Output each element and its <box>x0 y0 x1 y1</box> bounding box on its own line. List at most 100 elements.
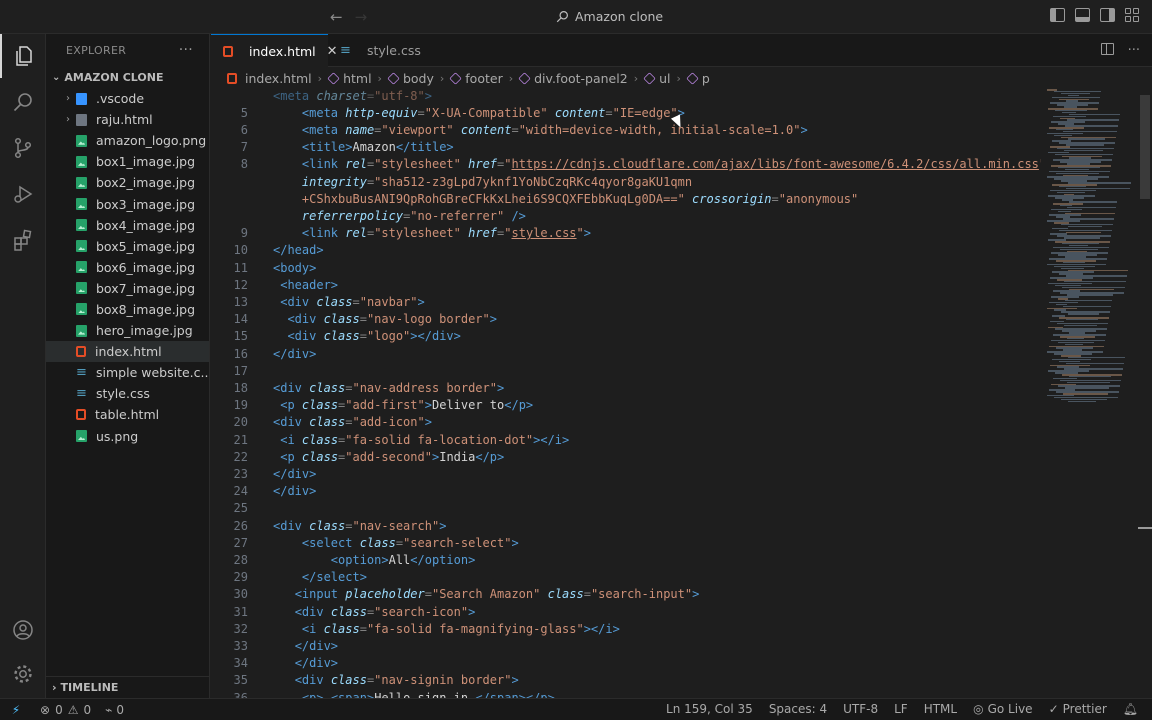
toggle-primary-sidebar-icon[interactable] <box>1050 8 1065 22</box>
code-line[interactable]: 33 </div> <box>211 638 1041 655</box>
code-line[interactable]: referrerpolicy="no-referrer" /> <box>211 208 1041 225</box>
code-line[interactable]: 26 <div class="nav-search"> <box>211 518 1041 535</box>
tree-item[interactable]: index.html <box>46 341 209 363</box>
notifications-bell-icon[interactable]: 🔔︎ <box>1123 702 1138 716</box>
code-line[interactable]: 9 <link rel="stylesheet" href="style.css… <box>211 225 1041 242</box>
code-line[interactable]: 22 <p class="add-second">India</p> <box>211 449 1041 466</box>
tree-item[interactable]: box7_image.jpg <box>46 278 209 299</box>
breadcrumb-item[interactable]: body <box>387 71 434 86</box>
code-line[interactable]: integrity="sha512-z3gLpd7yknf1YoNbCzqRKc… <box>211 174 1041 191</box>
go-live-button[interactable]: ◎ Go Live <box>973 702 1032 716</box>
breadcrumb-item[interactable]: ul <box>643 71 671 86</box>
tree-item[interactable]: box8_image.jpg <box>46 299 209 320</box>
tree-item[interactable]: box4_image.jpg <box>46 215 209 236</box>
code-line[interactable]: 21 <i class="fa-solid fa-location-dot"><… <box>211 432 1041 449</box>
settings-gear-icon[interactable] <box>0 652 46 696</box>
code-line[interactable]: 34 </div> <box>211 655 1041 672</box>
split-editor-icon[interactable] <box>1100 43 1114 55</box>
search-icon[interactable] <box>0 80 46 124</box>
vertical-scrollbar[interactable] <box>1138 89 1152 698</box>
run-debug-icon[interactable] <box>0 172 46 216</box>
toggle-secondary-sidebar-icon[interactable] <box>1100 8 1115 22</box>
breadcrumb-item[interactable]: div.foot-panel2 <box>518 71 628 86</box>
tree-item[interactable]: hero_image.jpg <box>46 320 209 341</box>
code-line[interactable]: 16 </div> <box>211 346 1041 363</box>
tab-style-css[interactable]: ≡ style.css <box>328 34 433 67</box>
tree-item[interactable]: amazon_logo.png <box>46 130 209 151</box>
minimap[interactable] <box>1041 89 1137 698</box>
code-line[interactable]: 30 <input placeholder="Search Amazon" cl… <box>211 586 1041 603</box>
code-line[interactable]: 12 <header> <box>211 277 1041 294</box>
code-line[interactable]: 24 </div> <box>211 483 1041 500</box>
code-line[interactable]: 15 <div class="logo"></div> <box>211 328 1041 345</box>
breadcrumb-item[interactable]: index.html <box>227 71 312 86</box>
code-line[interactable]: 10 </head> <box>211 242 1041 259</box>
toggle-panel-icon[interactable] <box>1075 8 1090 22</box>
tree-item[interactable]: › raju.html <box>46 109 209 130</box>
code-line[interactable]: 35 <div class="nav-signin border"> <box>211 672 1041 689</box>
timeline-section[interactable]: › TIMELINE <box>46 676 210 698</box>
code-line[interactable]: 36 <p> <span>Hello,sign in </span></p> <box>211 690 1041 699</box>
cursor-position[interactable]: Ln 159, Col 35 <box>666 702 753 716</box>
element-symbol-icon <box>518 71 531 85</box>
language-mode[interactable]: HTML <box>924 702 957 716</box>
code-line[interactable]: 6 <meta name="viewport" content="width=d… <box>211 122 1041 139</box>
code-line[interactable]: 8 <link rel="stylesheet" href="https://c… <box>211 156 1041 173</box>
tree-item[interactable]: box3_image.jpg <box>46 193 209 214</box>
remote-indicator-icon[interactable]: ⚡ <box>0 699 32 720</box>
code-line[interactable]: 25 <box>211 500 1041 517</box>
code-line[interactable]: 18 <div class="nav-address border"> <box>211 380 1041 397</box>
tree-item[interactable]: box5_image.jpg <box>46 236 209 257</box>
code-line[interactable]: 20 <div class="add-icon"> <box>211 414 1041 431</box>
tree-item[interactable]: ≡ simple website.c... <box>46 362 209 383</box>
account-icon[interactable] <box>0 608 46 652</box>
breadcrumb-item[interactable]: html <box>327 71 372 86</box>
code-line[interactable]: 5 <meta http-equiv="X-UA-Compatible" con… <box>211 105 1041 122</box>
more-actions-icon[interactable]: ··· <box>179 42 193 58</box>
scrollbar-thumb[interactable] <box>1140 95 1150 199</box>
problems-indicator[interactable]: ⊗ 0 ⚠ 0 <box>40 703 91 717</box>
source-control-icon[interactable] <box>0 126 46 170</box>
ports-indicator[interactable]: ⌁ 0 <box>105 703 124 717</box>
code-line[interactable]: 31 <div class="search-icon"> <box>211 604 1041 621</box>
prettier-button[interactable]: ✓ Prettier <box>1049 702 1107 716</box>
code-line[interactable]: <meta charset="utf-8"> <box>211 89 1041 105</box>
command-center[interactable]: Amazon clone <box>556 9 663 24</box>
code-text: </div> <box>273 655 338 672</box>
tree-item[interactable]: box2_image.jpg <box>46 172 209 193</box>
tab-index-html[interactable]: index.html ✕ <box>211 34 338 67</box>
tree-item[interactable]: ≡ style.css <box>46 383 209 404</box>
code-editor[interactable]: <meta charset="utf-8"> 5 <meta http-equiv… <box>211 89 1041 698</box>
tree-item[interactable]: › .vscode <box>46 88 209 109</box>
breadcrumb-item[interactable]: p <box>686 71 710 86</box>
back-arrow-icon[interactable]: ← <box>330 8 343 26</box>
tree-item[interactable]: box6_image.jpg <box>46 257 209 278</box>
element-symbol-icon <box>387 71 400 85</box>
more-actions-icon[interactable]: ··· <box>1128 43 1140 58</box>
end-of-line[interactable]: LF <box>894 702 908 716</box>
tree-item[interactable]: us.png <box>46 426 209 447</box>
code-line[interactable]: 27 <select class="search-select"> <box>211 535 1041 552</box>
code-line[interactable]: 7 <title>Amazon</title> <box>211 139 1041 156</box>
code-line[interactable]: 17 <box>211 363 1041 380</box>
tree-item[interactable]: table.html <box>46 404 209 425</box>
indentation[interactable]: Spaces: 4 <box>769 702 827 716</box>
code-line[interactable]: +CShxbuBusANI9QpRohGBreCFkKxLhei6S9CQXFE… <box>211 191 1041 208</box>
code-line[interactable]: 13 <div class="navbar"> <box>211 294 1041 311</box>
encoding[interactable]: UTF-8 <box>843 702 878 716</box>
code-line[interactable]: 29 </select> <box>211 569 1041 586</box>
customize-layout-icon[interactable] <box>1125 8 1140 22</box>
tree-item[interactable]: box1_image.jpg <box>46 151 209 172</box>
code-line[interactable]: 28 <option>All</option> <box>211 552 1041 569</box>
code-line[interactable]: 23 </div> <box>211 466 1041 483</box>
code-line[interactable]: 11 <body> <box>211 260 1041 277</box>
explorer-icon[interactable] <box>0 34 46 78</box>
extensions-icon[interactable] <box>0 218 46 262</box>
workspace-folder[interactable]: ⌄ AMAZON CLONE <box>46 66 209 88</box>
forward-arrow-icon[interactable]: → <box>355 8 368 26</box>
code-line[interactable]: 32 <i class="fa-solid fa-magnifying-glas… <box>211 621 1041 638</box>
code-line[interactable]: 14 <div class="nav-logo border"> <box>211 311 1041 328</box>
code-text: </div> <box>273 483 316 500</box>
breadcrumb-item[interactable]: footer <box>449 71 503 86</box>
code-line[interactable]: 19 <p class="add-first">Deliver to</p> <box>211 397 1041 414</box>
